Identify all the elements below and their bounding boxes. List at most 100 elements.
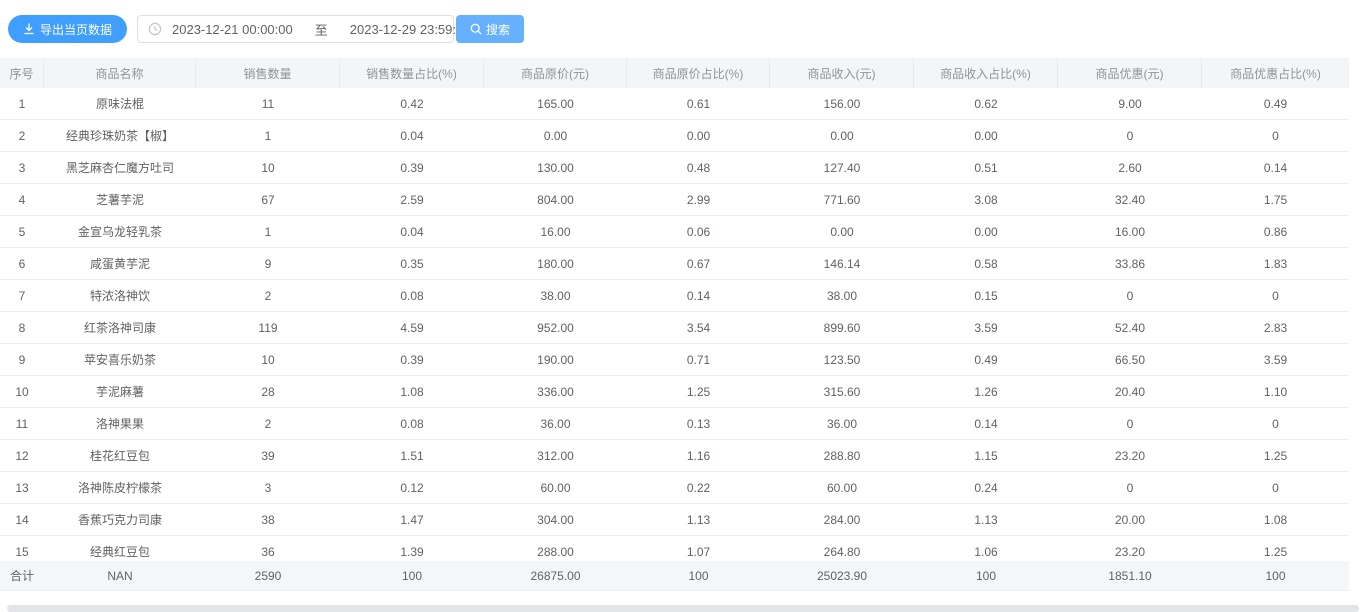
- table-cell: 304.00: [484, 504, 627, 535]
- table-cell: 0: [1058, 120, 1202, 151]
- table-cell: 190.00: [484, 344, 627, 375]
- column-header: 商品收入占比(%): [914, 58, 1058, 88]
- table-cell: 60.00: [770, 472, 914, 503]
- table-row: 2经典珍珠奶茶【椒】10.040.000.000.000.0000: [0, 120, 1349, 152]
- search-button[interactable]: 搜索: [456, 15, 524, 43]
- table-cell: 6: [0, 248, 44, 279]
- table-cell: 1.07: [627, 536, 770, 561]
- table-cell: 1.39: [340, 536, 484, 561]
- table-cell: 156.00: [770, 88, 914, 119]
- column-header: 销售数量: [196, 58, 340, 88]
- table-row: 14香蕉巧克力司康381.47304.001.13284.001.1320.00…: [0, 504, 1349, 536]
- table-row: 5金宣乌龙轻乳茶10.0416.000.060.000.0016.000.86: [0, 216, 1349, 248]
- table-cell: 0: [1202, 472, 1349, 503]
- table-cell: 0.00: [770, 216, 914, 247]
- table-cell: 264.80: [770, 536, 914, 561]
- table-cell: 38: [196, 504, 340, 535]
- table-cell: 312.00: [484, 440, 627, 471]
- table-cell: 0.00: [914, 216, 1058, 247]
- table-cell: 0.14: [914, 408, 1058, 439]
- table-cell: 苹安喜乐奶茶: [44, 344, 196, 375]
- table-cell: 36.00: [770, 408, 914, 439]
- table-cell: 洛神陈皮柠檬茶: [44, 472, 196, 503]
- table-cell: 38.00: [770, 280, 914, 311]
- summary-cell: 100: [1202, 561, 1349, 590]
- table-cell: 952.00: [484, 312, 627, 343]
- table-cell: 0.12: [340, 472, 484, 503]
- table-cell: 52.40: [1058, 312, 1202, 343]
- column-header: 销售数量占比(%): [340, 58, 484, 88]
- horizontal-scrollbar-thumb[interactable]: [7, 605, 1359, 612]
- table-cell: 3: [196, 472, 340, 503]
- table-row: 10芋泥麻薯281.08336.001.25315.601.2620.401.1…: [0, 376, 1349, 408]
- table-cell: 4: [0, 184, 44, 215]
- table-cell: 127.40: [770, 152, 914, 183]
- table-row: 8红茶洛神司康1194.59952.003.54899.603.5952.402…: [0, 312, 1349, 344]
- table-cell: 经典珍珠奶茶【椒】: [44, 120, 196, 151]
- table-cell: 0.86: [1202, 216, 1349, 247]
- table-cell: 10: [196, 344, 340, 375]
- table-cell: 0.13: [627, 408, 770, 439]
- table-cell: 1: [196, 120, 340, 151]
- table-row: 1原味法棍110.42165.000.61156.000.629.000.49: [0, 88, 1349, 120]
- table-cell: 0.04: [340, 216, 484, 247]
- date-range-start: 2023-12-21 00:00:00: [172, 22, 293, 37]
- table-cell: 23.20: [1058, 440, 1202, 471]
- table-cell: 2: [196, 408, 340, 439]
- table-cell: 0.00: [627, 120, 770, 151]
- table-cell: 1.25: [627, 376, 770, 407]
- table-row: 4芝薯芋泥672.59804.002.99771.603.0832.401.75: [0, 184, 1349, 216]
- table-cell: 9: [196, 248, 340, 279]
- table-cell: 60.00: [484, 472, 627, 503]
- table-cell: 315.60: [770, 376, 914, 407]
- table-cell: 36: [196, 536, 340, 561]
- table-cell: 1.26: [914, 376, 1058, 407]
- table-cell: 3: [0, 152, 44, 183]
- table-cell: 0.00: [770, 120, 914, 151]
- table-cell: 288.00: [484, 536, 627, 561]
- search-icon: [470, 23, 482, 35]
- table-cell: 38.00: [484, 280, 627, 311]
- table-row: 7特浓洛神饮20.0838.000.1438.000.1500: [0, 280, 1349, 312]
- table-cell: 0.39: [340, 344, 484, 375]
- table-cell: 0.24: [914, 472, 1058, 503]
- table-cell: 1.25: [1202, 440, 1349, 471]
- table-cell: 0.00: [484, 120, 627, 151]
- summary-cell: NAN: [44, 561, 196, 590]
- table-cell: 0.08: [340, 408, 484, 439]
- table-cell: 123.50: [770, 344, 914, 375]
- table-cell: 130.00: [484, 152, 627, 183]
- date-range-separator: 至: [315, 20, 328, 39]
- table-cell: 0.67: [627, 248, 770, 279]
- table-cell: 黑芝麻杏仁魔方吐司: [44, 152, 196, 183]
- table-cell: 0.00: [914, 120, 1058, 151]
- summary-cell: 合计: [0, 561, 44, 590]
- table-cell: 0.04: [340, 120, 484, 151]
- table-cell: 咸蛋黄芋泥: [44, 248, 196, 279]
- table-cell: 36.00: [484, 408, 627, 439]
- table-cell: 66.50: [1058, 344, 1202, 375]
- export-page-data-button[interactable]: 导出当页数据: [8, 15, 127, 43]
- table-cell: 1.83: [1202, 248, 1349, 279]
- table-cell: 13: [0, 472, 44, 503]
- summary-cell: 100: [340, 561, 484, 590]
- table-cell: 2: [196, 280, 340, 311]
- table-cell: 4.59: [340, 312, 484, 343]
- table-summary-row: 合计NAN259010026875.0010025023.901001851.1…: [0, 561, 1349, 591]
- table-cell: 0: [1058, 408, 1202, 439]
- table-cell: 0: [1058, 280, 1202, 311]
- table-cell: 1: [0, 88, 44, 119]
- table-cell: 0.15: [914, 280, 1058, 311]
- table-cell: 1.75: [1202, 184, 1349, 215]
- table-cell: 10: [0, 376, 44, 407]
- table-cell: 0.48: [627, 152, 770, 183]
- date-range-picker[interactable]: 2023-12-21 00:00:00 至 2023-12-29 23:59:5…: [137, 15, 454, 43]
- table-cell: 771.60: [770, 184, 914, 215]
- table-cell: 芝薯芋泥: [44, 184, 196, 215]
- table-cell: 12: [0, 440, 44, 471]
- table-cell: 2.60: [1058, 152, 1202, 183]
- table-row: 6咸蛋黄芋泥90.35180.000.67146.140.5833.861.83: [0, 248, 1349, 280]
- column-header: 商品优惠占比(%): [1202, 58, 1349, 88]
- table-cell: 特浓洛神饮: [44, 280, 196, 311]
- clock-icon: [148, 22, 162, 36]
